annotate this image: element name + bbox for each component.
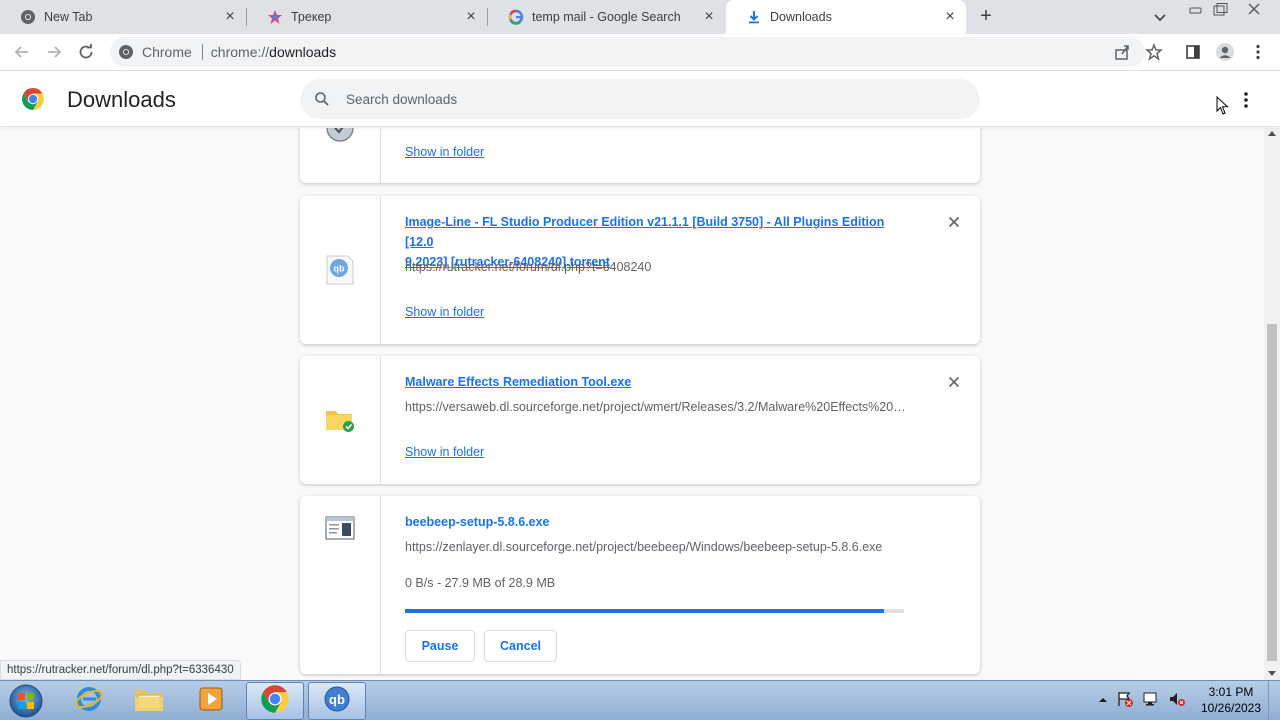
scrollbar-thumb[interactable] (1267, 324, 1277, 661)
action-center-flag-icon[interactable] (1116, 690, 1134, 713)
remove-item-close-icon[interactable] (946, 214, 962, 230)
close-tab-icon[interactable]: × (463, 9, 479, 25)
address-bar[interactable]: Chrome chrome://downloads (110, 37, 1145, 67)
close-tab-icon[interactable]: × (222, 9, 238, 25)
url-text: chrome://downloads (211, 44, 336, 60)
system-tray (1098, 691, 1186, 711)
mouse-cursor-icon (1216, 95, 1230, 121)
show-desktop-button[interactable] (1268, 681, 1280, 720)
clock-time: 3:01 PM (1208, 685, 1254, 699)
show-hidden-icons-icon[interactable] (1098, 692, 1108, 710)
profile-avatar-icon[interactable] (1215, 42, 1235, 62)
taskbar-chrome[interactable] (246, 682, 304, 720)
link-status-bubble: https://rutracker.net/forum/dl.php?t=633… (0, 660, 241, 680)
share-icon[interactable] (1112, 42, 1132, 62)
tab-title: temp mail - Google Search (532, 10, 681, 24)
tab-tracker[interactable]: Трекер × (247, 0, 487, 34)
tab-strip: New Tab × Трекер × temp mail - Google Se… (0, 0, 1280, 34)
browser-menu-icon[interactable] (1248, 42, 1268, 62)
download-item-in-progress: beebeep-setup-5.8.6.exe https://zenlayer… (300, 496, 980, 674)
chrome-logo-icon (21, 87, 45, 111)
media-player-icon (196, 684, 226, 719)
taskbar-clock[interactable]: 3:01 PM 10/26/2023 (1196, 684, 1266, 716)
tab-downloads[interactable]: Downloads × (726, 0, 966, 34)
taskbar-internet-explorer[interactable] (60, 682, 118, 720)
scroll-down-arrow-icon[interactable] (1268, 671, 1276, 676)
tab-title: Трекер (291, 10, 332, 24)
page-scrollbar[interactable] (1264, 128, 1280, 680)
tab-title: New Tab (44, 10, 93, 24)
qbittorrent-file-icon: qb (324, 254, 356, 286)
search-input[interactable] (346, 91, 946, 107)
svg-text:qb: qb (334, 264, 345, 274)
search-downloads-box[interactable] (300, 79, 980, 119)
download-progress-bar (405, 609, 904, 613)
taskbar-media-player[interactable] (182, 682, 240, 720)
verified-folder-icon (324, 404, 356, 436)
new-tab-button[interactable]: + (976, 6, 996, 27)
show-in-folder-link[interactable]: Show in folder (405, 305, 484, 319)
internet-explorer-icon (74, 684, 104, 719)
url-scheme: chrome:// (210, 44, 270, 60)
windows-taskbar: qb 3:01 PM 10/26/2023 (0, 680, 1280, 720)
show-in-folder-link[interactable]: Show in folder (405, 145, 484, 159)
folder-icon (133, 684, 165, 719)
chrome-taskbar-icon (260, 684, 290, 719)
cancel-button[interactable]: Cancel (484, 630, 557, 662)
tab-search-chevron-icon[interactable] (1152, 9, 1168, 25)
file-type-icon (324, 128, 356, 144)
tab-title: Downloads (770, 10, 832, 24)
show-in-folder-link[interactable]: Show in folder (405, 445, 484, 459)
taskbar-qbittorrent[interactable]: qb (308, 682, 366, 720)
taskbar-file-explorer[interactable] (120, 682, 178, 720)
side-panel-icon[interactable] (1183, 42, 1203, 62)
downloads-header: Downloads (0, 72, 1280, 127)
chrome-icon (20, 9, 36, 25)
chrome-site-icon (118, 44, 134, 60)
qbittorrent-icon: qb (322, 684, 352, 719)
clock-date: 10/26/2023 (1200, 701, 1262, 715)
downloads-list: Show in folder qb Image-Line - FL Studio… (0, 128, 1264, 680)
tab-new-tab[interactable]: New Tab × (0, 0, 246, 34)
source-url[interactable]: https://zenlayer.dl.sourceforge.net/proj… (405, 540, 910, 554)
remove-item-close-icon[interactable] (946, 374, 962, 390)
bookmark-star-icon[interactable] (1144, 42, 1164, 62)
restore-icon[interactable] (1210, 2, 1230, 16)
minimize-icon[interactable] (1186, 2, 1206, 16)
back-arrow-icon[interactable] (12, 42, 32, 62)
close-window-icon[interactable] (1244, 2, 1264, 16)
download-item: qb Image-Line - FL Studio Producer Editi… (300, 196, 980, 344)
forward-arrow-icon[interactable] (44, 42, 64, 62)
close-tab-icon[interactable]: × (942, 9, 958, 25)
file-name-link[interactable]: Malware Effects Remediation Tool.exe (405, 372, 910, 392)
source-url[interactable]: https://rutracker.net/forum/dl.php?t=640… (405, 260, 910, 274)
download-icon (746, 9, 762, 25)
network-icon[interactable] (1142, 690, 1160, 713)
google-icon (508, 9, 524, 25)
download-status: 0 B/s - 27.9 MB of 28.9 MB (405, 576, 556, 590)
rutracker-icon (267, 9, 283, 25)
search-icon (314, 91, 330, 107)
download-progress-fill (405, 609, 885, 613)
reload-icon[interactable] (76, 42, 96, 62)
download-item: Show in folder (300, 128, 980, 183)
page-title: Downloads (67, 87, 176, 112)
file-name-line1: Image-Line - FL Studio Producer Edition … (405, 215, 885, 249)
more-actions-icon[interactable] (1236, 90, 1256, 110)
omnibox-divider (201, 44, 203, 60)
start-button[interactable] (4, 682, 48, 720)
svg-text:qb: qb (329, 692, 345, 707)
file-name: beebeep-setup-5.8.6.exe (405, 515, 550, 529)
download-item: Malware Effects Remediation Tool.exe htt… (300, 356, 980, 484)
browser-toolbar: Chrome chrome://downloads (0, 34, 1280, 71)
close-tab-icon[interactable]: × (701, 9, 717, 25)
scroll-up-arrow-icon[interactable] (1268, 131, 1276, 136)
tab-google-search[interactable]: temp mail - Google Search × (488, 0, 725, 34)
site-chip-label: Chrome (142, 44, 192, 60)
url-path: downloads (269, 44, 337, 60)
volume-muted-icon[interactable] (1168, 690, 1186, 713)
pause-button[interactable]: Pause (405, 630, 475, 662)
source-url[interactable]: https://versaweb.dl.sourceforge.net/proj… (405, 400, 910, 414)
installer-icon (324, 512, 356, 544)
